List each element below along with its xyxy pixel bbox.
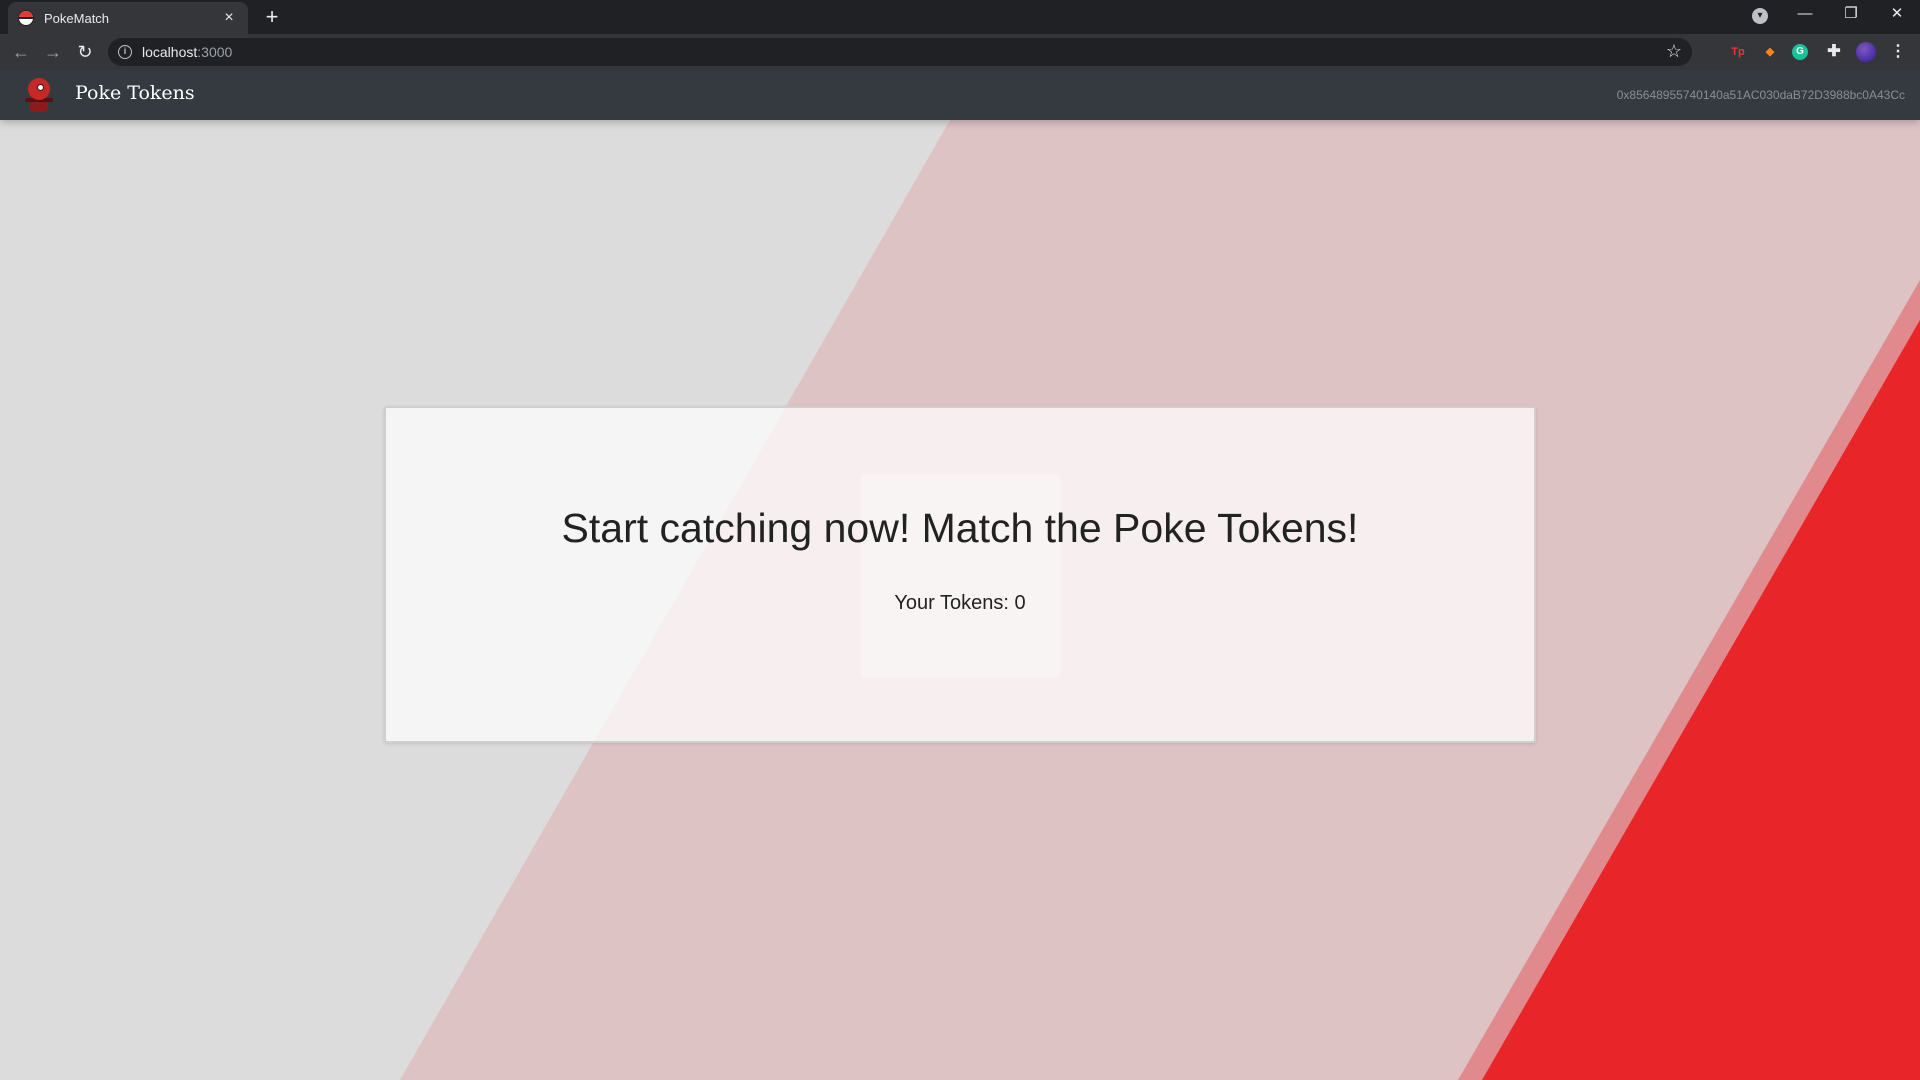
site-info-icon[interactable]: i bbox=[118, 45, 132, 59]
tab-search-icon[interactable]: ▾ bbox=[1752, 8, 1768, 24]
close-window-button[interactable]: ✕ bbox=[1874, 0, 1920, 30]
tab-title: PokeMatch bbox=[44, 10, 110, 26]
extension-tp-icon[interactable]: Tp bbox=[1728, 42, 1748, 62]
pokeball-favicon-icon bbox=[18, 10, 34, 26]
browser-toolbar: ← → ↻ i localhost:3000 ☆ Tp ◆ G ✚ ⋮ bbox=[0, 34, 1920, 70]
brand-title[interactable]: Poke Tokens bbox=[75, 82, 195, 104]
new-tab-button[interactable]: + bbox=[260, 6, 284, 30]
url-host: localhost bbox=[142, 44, 198, 60]
browser-tab[interactable]: PokeMatch × bbox=[8, 2, 248, 34]
reload-button[interactable]: ↻ bbox=[73, 40, 97, 64]
page-title: Start catching now! Match the Poke Token… bbox=[561, 505, 1359, 551]
pokemon-logo-icon[interactable] bbox=[25, 78, 53, 114]
address-bar[interactable]: i localhost:3000 ☆ bbox=[108, 38, 1692, 66]
menu-kebab-icon[interactable]: ⋮ bbox=[1888, 42, 1908, 62]
tab-close-icon[interactable]: × bbox=[220, 9, 238, 27]
bookmark-star-icon[interactable]: ☆ bbox=[1666, 41, 1682, 62]
token-count: Your Tokens: 0 bbox=[894, 592, 1026, 614]
restore-button[interactable]: ❐ bbox=[1828, 0, 1874, 30]
grammarly-icon[interactable]: G bbox=[1792, 44, 1808, 60]
app-navbar: Poke Tokens 0x85648955740140a51AC030daB7… bbox=[0, 70, 1920, 120]
back-button[interactable]: ← bbox=[9, 40, 33, 64]
forward-button[interactable]: → bbox=[41, 40, 65, 64]
extensions-puzzle-icon[interactable]: ✚ bbox=[1824, 42, 1844, 62]
account-address: 0x85648955740140a51AC030daB72D3988bc0A43… bbox=[1616, 88, 1905, 102]
browser-tab-bar: PokeMatch × + ▾ — ❐ ✕ bbox=[0, 0, 1920, 34]
url-port: :3000 bbox=[197, 44, 233, 60]
metamask-fox-icon[interactable]: ◆ bbox=[1760, 42, 1780, 62]
profile-avatar[interactable] bbox=[1856, 42, 1876, 62]
app-viewport: Poke Tokens 0x85648955740140a51AC030daB7… bbox=[0, 70, 1920, 1080]
minimize-button[interactable]: — bbox=[1782, 0, 1828, 30]
main-card: Start catching now! Match the Poke Token… bbox=[384, 406, 1536, 743]
